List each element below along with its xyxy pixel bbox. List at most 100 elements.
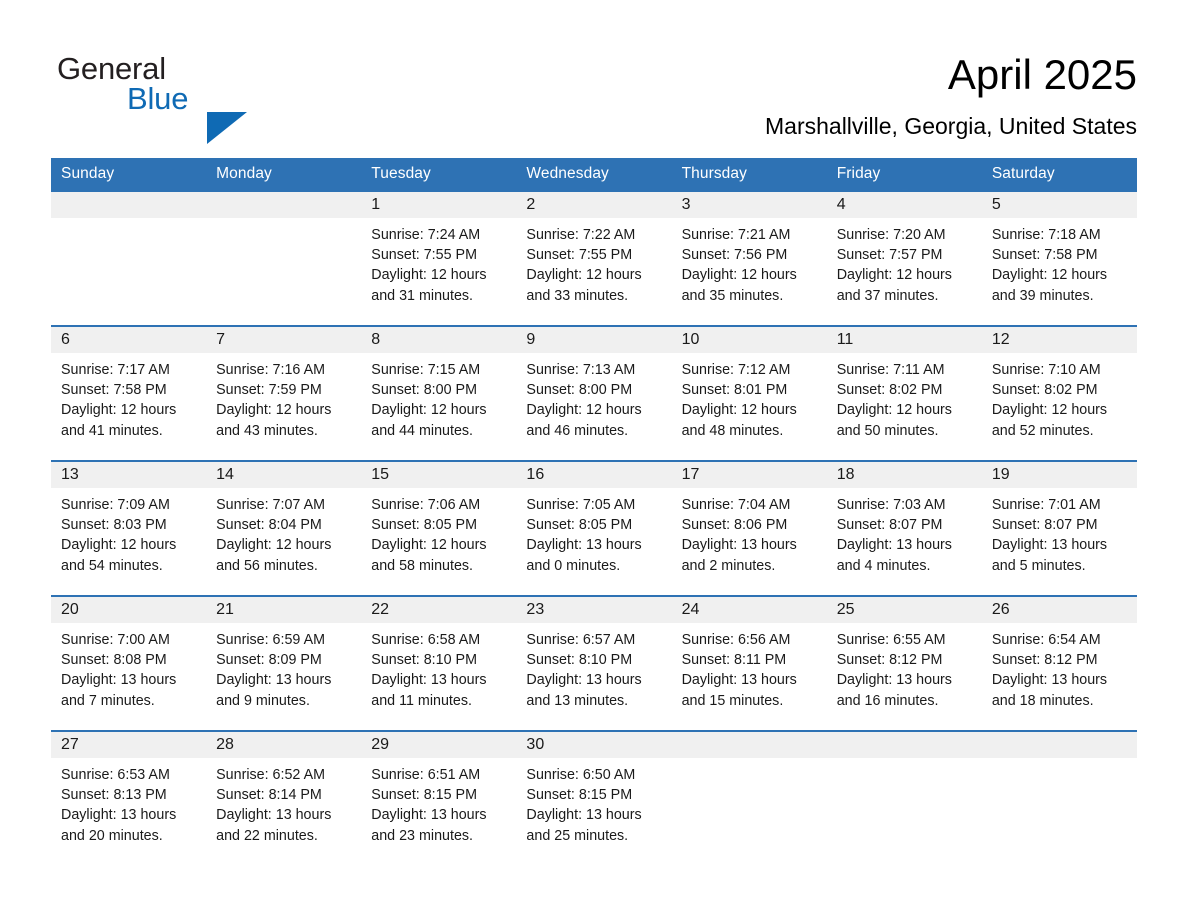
calendar-day-cell[interactable]: 3 Sunrise: 7:21 AM Sunset: 7:56 PM Daylight… — [671, 190, 827, 326]
daylight-duration-line2: and 2 minutes. — [681, 557, 776, 574]
daylight-duration-line2: and 15 minutes. — [681, 692, 784, 709]
calendar-day-cell[interactable]: 24 Sunrise: 6:56 AM Sunset: 8:11 PM Dayligh… — [671, 595, 827, 731]
day-cell-inner: 4 Sunrise: 7:20 AM Sunset: 7:57 PM Daylight… — [826, 192, 982, 325]
daylight-duration-line2: and 23 minutes. — [371, 827, 474, 844]
calendar-day-cell[interactable]: 8 Sunrise: 7:15 AM Sunset: 8:00 PM Daylight… — [361, 325, 517, 461]
daylight-duration-line2: and 11 minutes. — [371, 692, 472, 709]
day-details: Sunrise: 6:50 AM Sunset: 8:15 PM Daylight:… — [516, 758, 671, 846]
day-number: 23 — [516, 597, 672, 623]
calendar-day-cell[interactable]: 26 Sunrise: 6:54 AM Sunset: 8:12 PM Dayligh… — [981, 595, 1137, 731]
sunset-time: Sunset: 8:15 PM — [526, 787, 633, 804]
day-cell-inner: 14 Sunrise: 7:07 AM Sunset: 8:04 PM Dayligh… — [206, 462, 362, 595]
day-details: Sunrise: 7:22 AM Sunset: 7:55 PM Daylight:… — [516, 218, 671, 306]
sunset-time: Sunset: 8:06 PM — [681, 517, 788, 534]
daylight-duration-line2: and 48 minutes. — [681, 422, 784, 439]
weekday-header-sunday: Sunday — [51, 158, 207, 191]
calendar-day-cell[interactable]: 4 Sunrise: 7:20 AM Sunset: 7:57 PM Daylight… — [826, 190, 982, 326]
day-cell-inner: 7 Sunrise: 7:16 AM Sunset: 7:59 PM Daylight… — [206, 327, 362, 460]
sunrise-time: Sunrise: 6:55 AM — [836, 632, 946, 648]
calendar-day-cell[interactable]: 18 Sunrise: 7:03 AM Sunset: 8:07 PM Dayligh… — [826, 460, 982, 596]
day-cell-inner: 25 Sunrise: 6:55 AM Sunset: 8:12 PM Dayligh… — [826, 597, 982, 730]
day-cell-inner: 26 Sunrise: 6:54 AM Sunset: 8:12 PM Dayligh… — [981, 597, 1137, 730]
calendar-day-cell[interactable]: 25 Sunrise: 6:55 AM Sunset: 8:12 PM Dayligh… — [826, 595, 982, 731]
calendar-week-row: 1 Sunrise: 7:24 AM Sunset: 7:55 PM Daylight… — [51, 190, 1137, 326]
day-number: 27 — [51, 732, 207, 758]
daylight-duration-line2: and 43 minutes. — [216, 422, 318, 439]
calendar-day-cell[interactable]: 17 Sunrise: 7:04 AM Sunset: 8:06 PM Dayligh… — [671, 460, 827, 596]
generalblue-logo[interactable]: General Blue — [57, 52, 257, 144]
sunrise-time: Sunrise: 6:50 AM — [526, 767, 636, 783]
calendar-cell-empty — [51, 190, 207, 326]
page-header: General Blue April 2025 Marshallville, G… — [0, 0, 1188, 144]
calendar-header-row: Sunday Monday Tuesday Wednesday Thursday… — [51, 158, 1137, 191]
title-block: April 2025 Marshallville, Georgia, Unite… — [765, 50, 1137, 141]
day-cell-inner: 2 Sunrise: 7:22 AM Sunset: 7:55 PM Daylight… — [516, 192, 672, 325]
day-details: Sunrise: 6:53 AM Sunset: 8:13 PM Daylight:… — [51, 758, 206, 846]
day-details: Sunrise: 7:21 AM Sunset: 7:56 PM Daylight:… — [672, 218, 827, 306]
calendar-day-cell[interactable]: 29 Sunrise: 6:51 AM Sunset: 8:15 PM Dayligh… — [361, 730, 517, 865]
sunset-time: Sunset: 8:04 PM — [216, 517, 322, 534]
calendar-day-cell[interactable]: 6 Sunrise: 7:17 AM Sunset: 7:58 PM Daylight… — [51, 325, 207, 461]
day-cell-inner: 24 Sunrise: 6:56 AM Sunset: 8:11 PM Dayligh… — [671, 597, 827, 730]
calendar-day-cell[interactable]: 20 Sunrise: 7:00 AM Sunset: 8:08 PM Dayligh… — [51, 595, 207, 731]
calendar-day-cell[interactable]: 15 Sunrise: 7:06 AM Sunset: 8:05 PM Dayligh… — [361, 460, 517, 596]
sunset-time: Sunset: 8:00 PM — [526, 382, 633, 399]
calendar-day-cell[interactable]: 28 Sunrise: 6:52 AM Sunset: 8:14 PM Dayligh… — [206, 730, 362, 865]
logo-triangle-icon — [207, 112, 247, 144]
day-cell-inner: 17 Sunrise: 7:04 AM Sunset: 8:06 PM Dayligh… — [671, 462, 827, 595]
calendar-body: 1 Sunrise: 7:24 AM Sunset: 7:55 PM Daylight… — [51, 190, 1137, 865]
logo-text-blue: Blue — [127, 81, 189, 116]
sunset-time: Sunset: 8:03 PM — [61, 517, 167, 534]
sunrise-time: Sunrise: 7:20 AM — [836, 227, 946, 243]
day-details: Sunrise: 7:06 AM Sunset: 8:05 PM Daylight:… — [361, 488, 516, 576]
day-number: 6 — [51, 327, 207, 353]
daylight-duration-line1: Daylight: 13 hours — [526, 807, 642, 824]
calendar-day-cell[interactable]: 19 Sunrise: 7:01 AM Sunset: 8:07 PM Dayligh… — [981, 460, 1137, 596]
daylight-duration-line1: Daylight: 12 hours — [371, 402, 487, 419]
day-cell-inner: 21 Sunrise: 6:59 AM Sunset: 8:09 PM Dayligh… — [206, 597, 362, 730]
calendar-day-cell[interactable]: 2 Sunrise: 7:22 AM Sunset: 7:55 PM Daylight… — [516, 190, 672, 326]
sunset-time: Sunset: 8:05 PM — [526, 517, 633, 534]
calendar-day-cell[interactable]: 14 Sunrise: 7:07 AM Sunset: 8:04 PM Dayligh… — [206, 460, 362, 596]
day-number — [671, 732, 827, 758]
calendar-table: Sunday Monday Tuesday Wednesday Thursday… — [51, 158, 1137, 865]
day-details: Sunrise: 7:13 AM Sunset: 8:00 PM Daylight:… — [516, 353, 671, 441]
calendar-day-cell[interactable]: 5 Sunrise: 7:18 AM Sunset: 7:58 PM Daylight… — [981, 190, 1137, 326]
sunset-time: Sunset: 8:08 PM — [61, 652, 167, 669]
calendar-day-cell[interactable]: 10 Sunrise: 7:12 AM Sunset: 8:01 PM Dayligh… — [671, 325, 827, 461]
daylight-duration-line2: and 50 minutes. — [836, 422, 939, 439]
day-details: Sunrise: 7:01 AM Sunset: 8:07 PM Daylight:… — [982, 488, 1137, 576]
daylight-duration-line1: Daylight: 12 hours — [681, 267, 797, 284]
day-cell-inner: 11 Sunrise: 7:11 AM Sunset: 8:02 PM Dayligh… — [826, 327, 982, 460]
day-cell-inner — [826, 732, 982, 865]
daylight-duration-line1: Daylight: 12 hours — [681, 402, 797, 419]
calendar-day-cell[interactable]: 22 Sunrise: 6:58 AM Sunset: 8:10 PM Dayligh… — [361, 595, 517, 731]
daylight-duration-line1: Daylight: 12 hours — [216, 537, 332, 554]
weekday-header-friday: Friday — [826, 158, 982, 191]
calendar-day-cell[interactable]: 9 Sunrise: 7:13 AM Sunset: 8:00 PM Daylight… — [516, 325, 672, 461]
daylight-duration-line2: and 22 minutes. — [216, 827, 318, 844]
daylight-duration-line1: Daylight: 12 hours — [371, 537, 487, 554]
day-details — [672, 758, 827, 765]
calendar-day-cell[interactable]: 13 Sunrise: 7:09 AM Sunset: 8:03 PM Dayligh… — [51, 460, 207, 596]
calendar-day-cell[interactable]: 1 Sunrise: 7:24 AM Sunset: 7:55 PM Daylight… — [361, 190, 517, 326]
calendar-day-cell[interactable]: 30 Sunrise: 6:50 AM Sunset: 8:15 PM Dayligh… — [516, 730, 672, 865]
calendar-day-cell[interactable]: 21 Sunrise: 6:59 AM Sunset: 8:09 PM Dayligh… — [206, 595, 362, 731]
sunrise-time: Sunrise: 7:05 AM — [526, 497, 636, 513]
calendar-day-cell[interactable]: 11 Sunrise: 7:11 AM Sunset: 8:02 PM Dayligh… — [826, 325, 982, 461]
weekday-header-wednesday: Wednesday — [516, 158, 672, 191]
day-cell-inner: 15 Sunrise: 7:06 AM Sunset: 8:05 PM Dayligh… — [361, 462, 517, 595]
sunset-time: Sunset: 8:10 PM — [526, 652, 633, 669]
calendar-day-cell[interactable]: 7 Sunrise: 7:16 AM Sunset: 7:59 PM Daylight… — [206, 325, 362, 461]
sunset-time: Sunset: 7:56 PM — [681, 247, 788, 264]
calendar-day-cell[interactable]: 23 Sunrise: 6:57 AM Sunset: 8:10 PM Dayligh… — [516, 595, 672, 731]
calendar-cell-empty — [206, 190, 362, 326]
calendar-day-cell[interactable]: 16 Sunrise: 7:05 AM Sunset: 8:05 PM Dayligh… — [516, 460, 672, 596]
day-number: 25 — [826, 597, 982, 623]
day-number: 16 — [516, 462, 672, 488]
sunrise-time: Sunrise: 7:04 AM — [681, 497, 791, 513]
calendar-day-cell[interactable]: 12 Sunrise: 7:10 AM Sunset: 8:02 PM Dayligh… — [981, 325, 1137, 461]
sunrise-time: Sunrise: 6:51 AM — [371, 767, 481, 783]
daylight-duration-line1: Daylight: 13 hours — [991, 672, 1108, 689]
calendar-day-cell[interactable]: 27 Sunrise: 6:53 AM Sunset: 8:13 PM Dayligh… — [51, 730, 207, 865]
